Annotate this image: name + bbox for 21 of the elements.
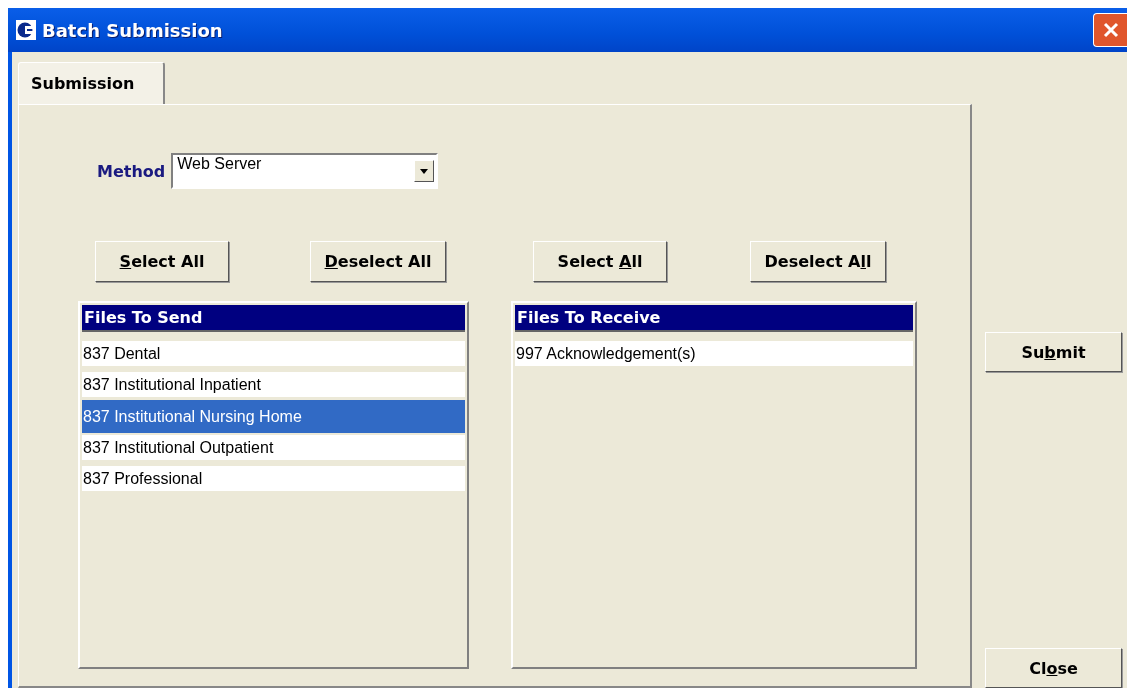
logo-icon: [16, 20, 36, 40]
list-item[interactable]: 837 Institutional Inpatient: [82, 372, 465, 397]
dropdown-arrow-icon: [420, 168, 429, 174]
tab[interactable]: Submission: [18, 62, 165, 104]
window-title: Batch Submission: [42, 19, 224, 41]
action-button[interactable]: Close: [985, 648, 1122, 688]
list-item[interactable]: 837 Dental: [82, 341, 465, 366]
list-item[interactable]: 837 Professional: [82, 466, 465, 491]
list-item[interactable]: 837 Institutional Nursing Home: [82, 400, 465, 433]
method-dropdown[interactable]: Web Server: [171, 153, 439, 189]
list-item[interactable]: 837 Institutional Outpatient: [82, 435, 465, 460]
select-button[interactable]: Select All: [95, 241, 229, 282]
list-item[interactable]: 997 Acknowledgement(s): [515, 341, 913, 366]
select-button[interactable]: Deselect All: [750, 241, 886, 282]
close-button[interactable]: [1093, 13, 1127, 47]
select-button[interactable]: Select All: [533, 241, 667, 282]
field-label: Method: [97, 161, 166, 181]
select-button[interactable]: Deselect All: [310, 241, 446, 282]
list-header: Files To Send: [82, 305, 465, 332]
list-header: Files To Receive: [515, 305, 913, 332]
action-button[interactable]: Submit: [985, 332, 1122, 372]
